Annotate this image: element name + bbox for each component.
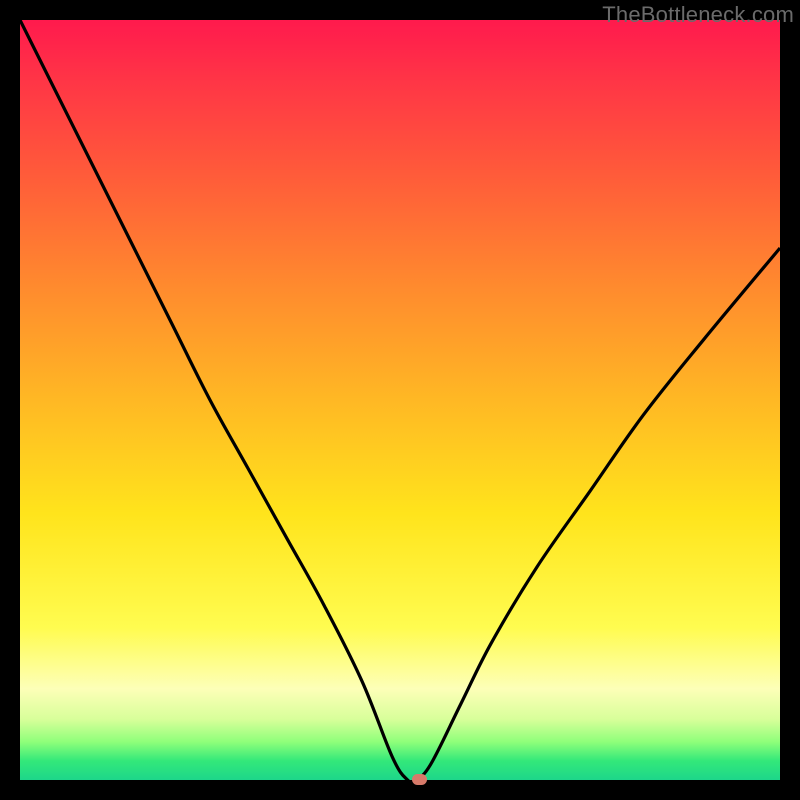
bottleneck-curve: [20, 20, 780, 780]
optimal-point-marker: [412, 774, 427, 785]
watermark-text: TheBottleneck.com: [602, 2, 794, 28]
chart-frame: TheBottleneck.com: [0, 0, 800, 800]
plot-area: [20, 20, 780, 780]
